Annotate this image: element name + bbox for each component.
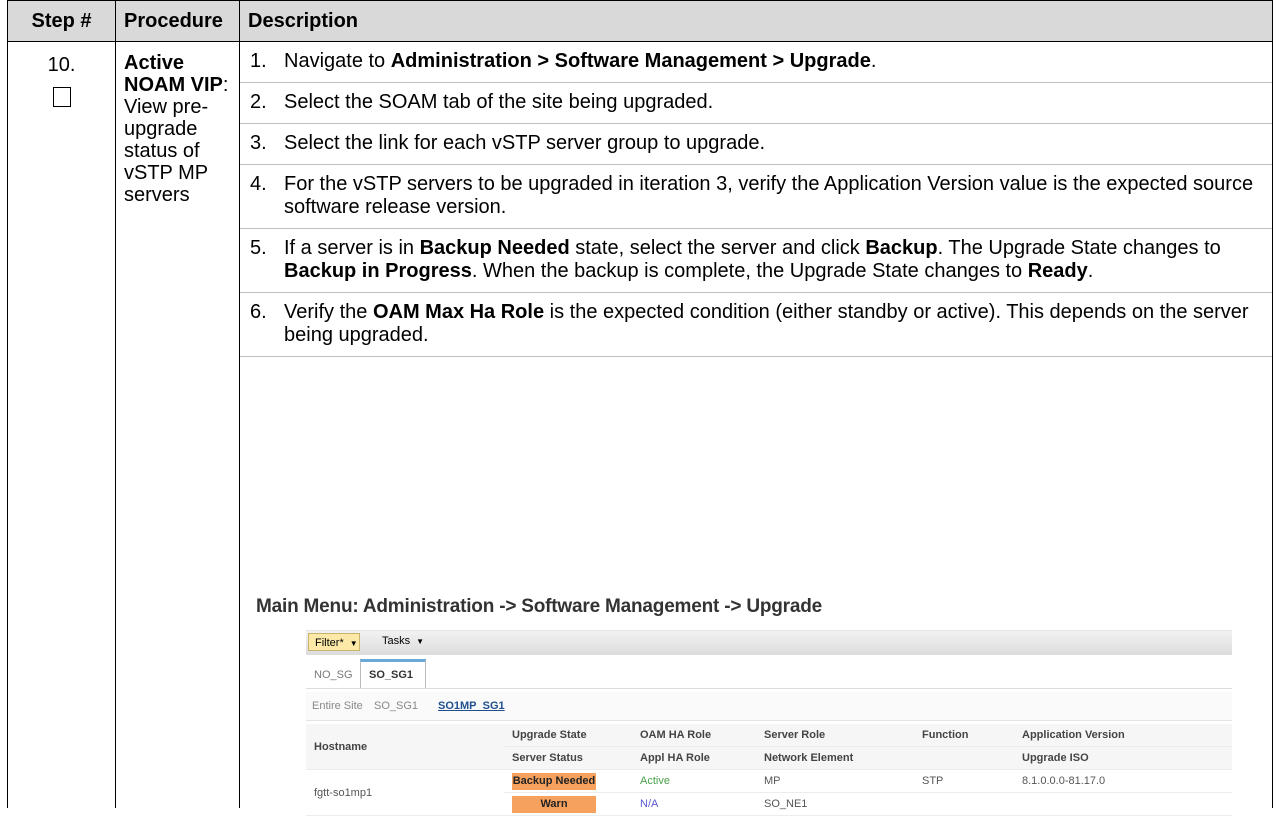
tab-divider (306, 688, 1232, 689)
upgrade-state-badge: Backup Needed (512, 772, 596, 790)
chevron-down-icon: ▼ (416, 637, 425, 646)
col-network-element: Network Element (756, 746, 1014, 770)
col-upgrade-iso: Upgrade ISO (1014, 746, 1232, 770)
filter-button[interactable]: Filter* ▼ (308, 633, 360, 651)
item-text: Verify the OAM Max Ha Role is the expect… (284, 301, 1249, 346)
col-appl-ha-role: Appl HA Role (632, 746, 756, 770)
cell-appl-ha-role: N/A (632, 792, 756, 816)
subtab-entire-site[interactable]: Entire Site (312, 692, 363, 720)
col-server-status: Server Status (504, 746, 632, 770)
item-text: Select the SOAM tab of the site being up… (284, 91, 714, 113)
description-list: 1. Navigate to Administration > Software … (240, 42, 1272, 357)
subtab-so1mp-sg1[interactable]: SO1MP_SG1 (438, 692, 505, 720)
description-item: 3. Select the link for each vSTP server g… (240, 124, 1272, 165)
upgrade-table: Hostname Upgrade State OAM HA Role Serve… (306, 724, 1232, 816)
description-item: 4. For the vSTP servers to be upgraded in… (240, 165, 1272, 229)
description-item: 2. Select the SOAM tab of the site being … (240, 83, 1272, 124)
header-step: Step # (7, 0, 116, 42)
col-oam-ha-role: OAM HA Role (632, 724, 756, 747)
description-item: 1. Navigate to Administration > Software … (240, 42, 1272, 83)
procedure-cell: Active NOAM VIP: View pre-upgrade status… (115, 41, 240, 808)
item-number: 2. (250, 91, 267, 113)
header-description: Description (239, 0, 1273, 42)
item-text: If a server is in Backup Needed state, s… (284, 237, 1221, 282)
item-number: 4. (250, 173, 267, 195)
item-number: 6. (250, 301, 267, 323)
tasks-button[interactable]: Tasks ▼ (382, 635, 424, 647)
embedded-screenshot: Main Menu: Administration -> Software Ma… (256, 596, 1272, 816)
step-cell: 10. (7, 41, 116, 808)
item-number: 5. (250, 237, 267, 259)
col-application-version: Application Version (1014, 724, 1232, 747)
subtab-bar: Entire Site SO_SG1 SO1MP_SG1 (306, 692, 1232, 721)
item-text: Select the link for each vSTP server gro… (284, 132, 766, 154)
cell-oam-ha-role: Active (632, 769, 756, 793)
step-number: 10. (47, 54, 76, 76)
item-text: For the vSTP servers to be upgraded in i… (284, 173, 1254, 218)
col-hostname: Hostname (306, 724, 504, 770)
tab-no-sg[interactable]: NO_SG (306, 662, 361, 688)
cell-upgrade-iso (1014, 792, 1232, 816)
item-number: 1. (250, 50, 267, 72)
header-procedure: Procedure (115, 0, 240, 42)
procedure-text: Active NOAM VIP: View pre-upgrade status… (116, 42, 239, 216)
item-number: 3. (250, 132, 267, 154)
toolbar: Filter* ▼ Tasks ▼ (306, 630, 1232, 655)
screenshot-title: Main Menu: Administration -> Software Ma… (256, 596, 823, 617)
cell-network-element: SO_NE1 (756, 792, 1014, 816)
cell-server-role: MP (756, 769, 914, 793)
subtab-so-sg1[interactable]: SO_SG1 (374, 692, 418, 720)
cell-hostname: fgtt-so1mp1 (306, 769, 504, 816)
col-function: Function (914, 724, 1014, 747)
step-checkbox[interactable] (52, 87, 71, 107)
item-text: Navigate to Administration > Software Ma… (284, 50, 877, 72)
tab-so-sg1[interactable]: SO_SG1 (360, 659, 426, 689)
table-row[interactable]: fgtt-so1mp1 Backup Needed Active MP STP … (306, 769, 1232, 816)
description-item: 5. If a server is in Backup Needed state,… (240, 229, 1272, 293)
description-item: 6. Verify the OAM Max Ha Role is the expe… (240, 293, 1272, 357)
cell-app-version: 8.1.0.0.0-81.17.0 (1014, 769, 1232, 793)
col-upgrade-state: Upgrade State (504, 724, 632, 747)
col-server-role: Server Role (756, 724, 914, 747)
chevron-down-icon: ▼ (349, 639, 358, 648)
cell-function: STP (914, 769, 1014, 793)
procedure-title: Active NOAM VIP (124, 52, 223, 96)
